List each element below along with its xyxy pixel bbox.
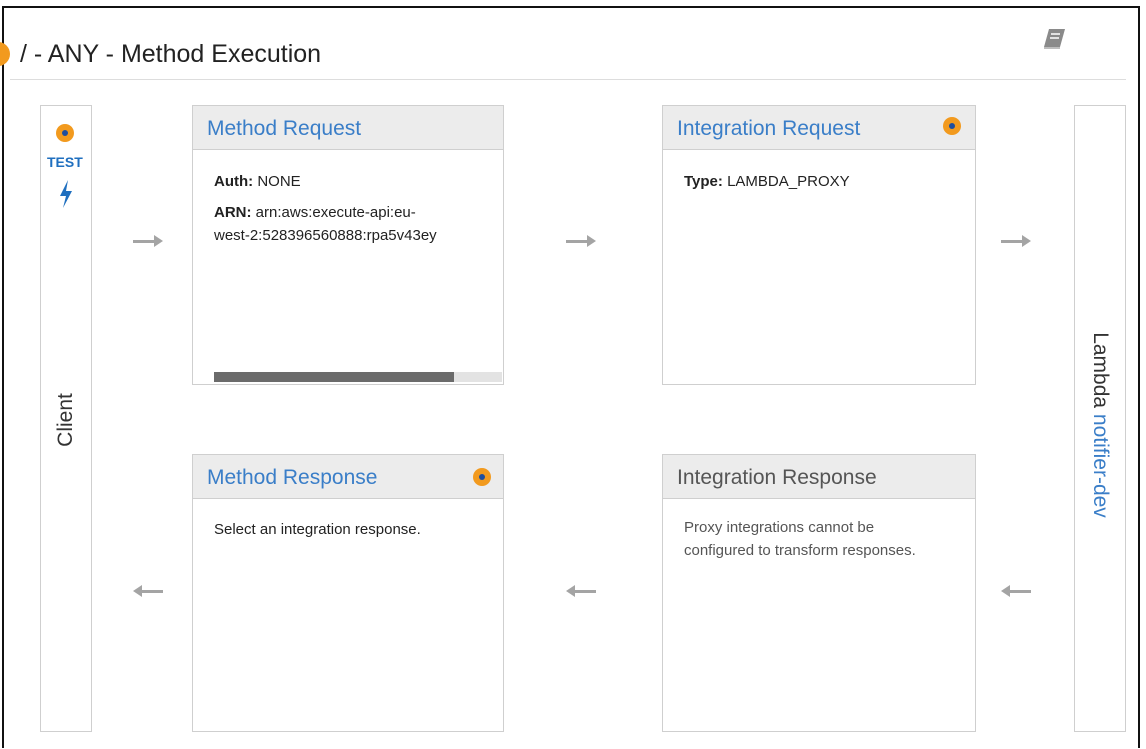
method-request-link[interactable]: Method Request bbox=[207, 117, 361, 141]
auth-row: Auth: NONE bbox=[214, 170, 499, 193]
integration-request-header: Integration Request bbox=[663, 106, 975, 150]
arrow-right-icon bbox=[1001, 235, 1031, 247]
method-request-panel: Method Request Auth: NONE ARN: arn:aws:e… bbox=[192, 105, 504, 385]
method-request-body: Auth: NONE ARN: arn:aws:execute-api:eu- … bbox=[214, 170, 499, 255]
type-key: Type: bbox=[684, 173, 723, 190]
integration-request-link[interactable]: Integration Request bbox=[677, 117, 860, 141]
method-response-status-dot bbox=[473, 468, 491, 486]
test-button[interactable]: TEST bbox=[47, 154, 83, 170]
client-label: Client bbox=[54, 393, 77, 447]
integration-request-status-dot bbox=[943, 117, 961, 135]
type-row: Type: LAMBDA_PROXY bbox=[684, 170, 971, 193]
auth-key: Auth: bbox=[214, 173, 254, 190]
integration-response-header: Integration Response bbox=[663, 455, 975, 499]
arrow-left-icon bbox=[1001, 585, 1031, 597]
arrow-left-icon bbox=[133, 585, 163, 597]
method-response-text: Select an integration response. bbox=[214, 521, 421, 538]
lambda-prefix: Lambda bbox=[1089, 332, 1112, 409]
integration-response-panel: Integration Response Proxy integrations … bbox=[662, 454, 976, 732]
method-request-header: Method Request bbox=[193, 106, 503, 150]
lightning-bolt-icon[interactable] bbox=[58, 180, 74, 208]
auth-value: NONE bbox=[257, 173, 301, 190]
client-status-dot bbox=[56, 124, 74, 142]
method-response-panel: Method Response Select an integration re… bbox=[192, 454, 504, 732]
book-icon[interactable] bbox=[1041, 27, 1067, 51]
horizontal-scrollbar[interactable] bbox=[214, 372, 502, 382]
method-response-header: Method Response bbox=[193, 455, 503, 499]
integration-response-title: Integration Response bbox=[677, 466, 877, 489]
type-value: LAMBDA_PROXY bbox=[727, 173, 850, 190]
integration-request-panel: Integration Request Type: LAMBDA_PROXY bbox=[662, 105, 976, 385]
method-response-body: Select an integration response. bbox=[214, 518, 499, 549]
arrow-right-icon bbox=[133, 235, 163, 247]
page-title: / - ANY - Method Execution bbox=[20, 40, 322, 68]
arn-value-line1: arn:aws:execute-api:eu- bbox=[255, 204, 416, 221]
lambda-function-link[interactable]: notifier-dev bbox=[1089, 414, 1112, 518]
integration-request-body: Type: LAMBDA_PROXY bbox=[684, 170, 971, 201]
arn-key: ARN: bbox=[214, 204, 252, 221]
scrollbar-thumb[interactable] bbox=[214, 372, 454, 382]
integration-response-body: Proxy integrations cannot be configured … bbox=[684, 516, 935, 562]
arrow-right-icon bbox=[566, 235, 596, 247]
method-response-link[interactable]: Method Response bbox=[207, 466, 377, 490]
arrow-left-icon bbox=[566, 585, 596, 597]
arn-value-line2: west-2:528396560888:rpa5v43ey bbox=[214, 227, 437, 244]
integration-response-text: Proxy integrations cannot be configured … bbox=[684, 519, 916, 559]
lambda-label: Lambda notifier-dev bbox=[1088, 332, 1112, 518]
title-divider bbox=[10, 79, 1126, 80]
arn-row: ARN: arn:aws:execute-api:eu- west-2:5283… bbox=[214, 201, 499, 247]
